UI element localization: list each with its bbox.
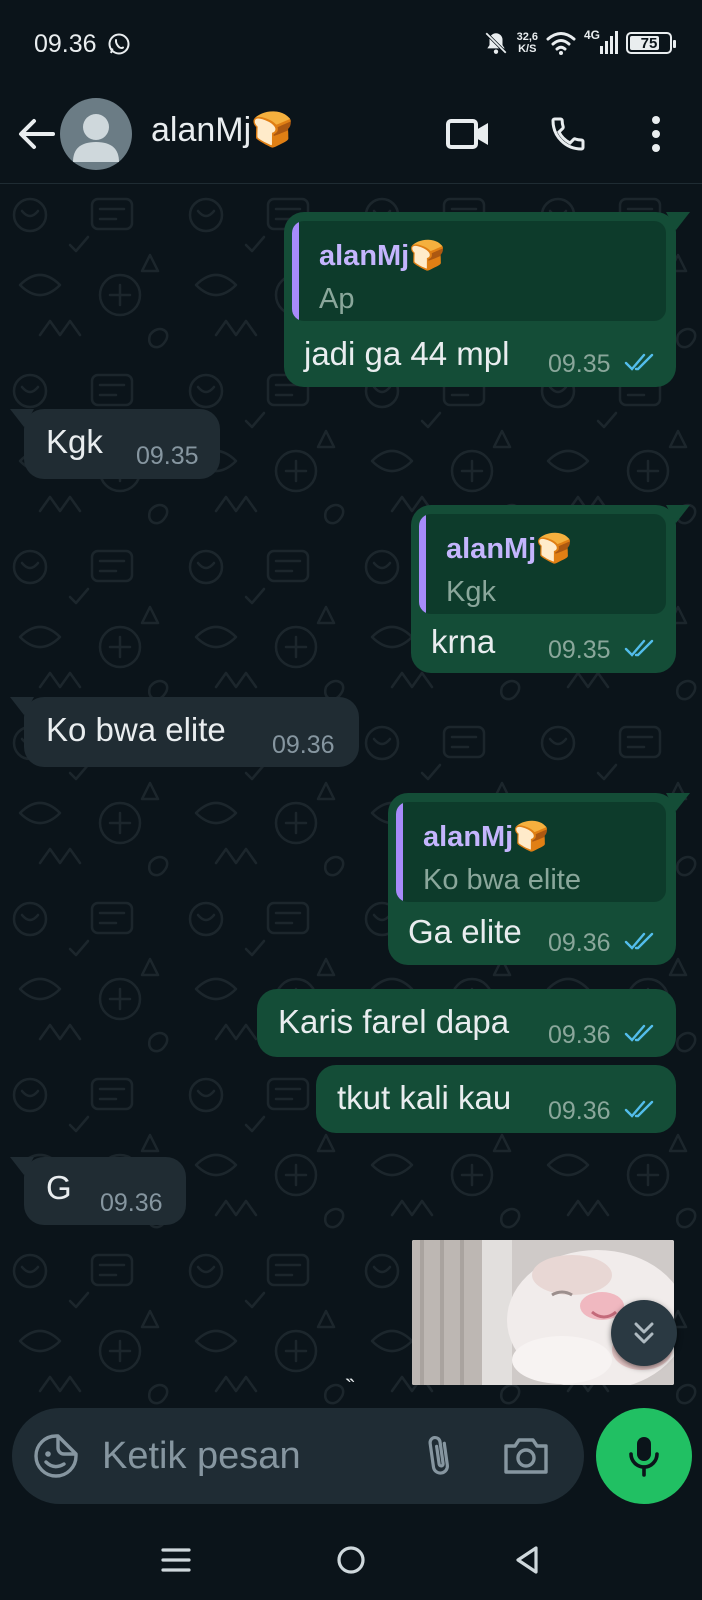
more-options-button[interactable] [628, 106, 684, 162]
message-input[interactable] [102, 1432, 402, 1480]
message-bubble-outgoing[interactable]: alanMj🍞 Ap jadi ga 44 mpl 09.35 [284, 212, 690, 387]
quoted-message[interactable]: alanMj🍞 Ap [292, 221, 666, 321]
emoji-sticker-button[interactable] [32, 1432, 80, 1480]
home-button[interactable] [329, 1538, 373, 1582]
message-time: 09.36 [100, 1189, 163, 1217]
message-text: krna [431, 623, 496, 660]
message-text: Kgk [46, 423, 103, 460]
message-bubble-outgoing[interactable]: alanMj🍞 Kgk krna 09.35 [411, 505, 690, 673]
quote-author: alanMj🍞 [446, 533, 573, 565]
back-triangle-icon [516, 1546, 538, 1574]
microphone-icon [629, 1437, 659, 1477]
bubble-tail [666, 793, 690, 811]
whatsapp-icon [108, 33, 130, 55]
message-time: 09.36 [548, 929, 611, 957]
bubble-tail [666, 212, 690, 230]
message-composer [12, 1408, 584, 1504]
battery-indicator: 75 [626, 32, 676, 54]
quote-text: Ko bwa elite [423, 864, 581, 896]
status-time: 09.36 [34, 30, 97, 58]
quote-author: alanMj🍞 [423, 821, 550, 853]
quote-author: alanMj🍞 [319, 240, 446, 272]
status-bar: 09.36 32,6 K/S 4G 75 [0, 0, 702, 84]
cellular-signal: 4G [584, 28, 618, 56]
message-bubble-incoming[interactable]: Ko bwa elite 09.36 [10, 697, 359, 767]
network-speed-value: 32,6 [516, 31, 538, 43]
back-nav-button[interactable] [505, 1538, 549, 1582]
sticker-smiley-icon [34, 1434, 78, 1478]
chat-area[interactable]: alanMj🍞 Ap jadi ga 44 mpl 09.35 Kgk 09.3… [0, 185, 702, 1405]
quote-text: Ap [319, 283, 355, 315]
message-time: 09.35 [548, 350, 611, 378]
message-bubble-incoming[interactable]: Kgk 09.35 [10, 409, 220, 479]
message-bubble-outgoing[interactable]: Karis farel dapa 09.36 [257, 989, 676, 1057]
message-text: Karis farel dapa [278, 1003, 510, 1040]
read-ticks-icon [624, 932, 654, 950]
paperclip-icon [428, 1435, 449, 1475]
message-time: 09.36 [548, 1021, 611, 1049]
message-time: 09.35 [548, 636, 611, 664]
message-bubble-outgoing[interactable]: alanMj🍞 Ko bwa elite Ga elite 09.36 [388, 793, 690, 965]
video-call-button[interactable] [440, 106, 496, 162]
camera-button[interactable] [500, 1432, 552, 1480]
bubble-tail [10, 409, 34, 427]
wifi-icon [546, 32, 576, 55]
home-circle-icon [337, 1546, 365, 1574]
quote-text: Kgk [446, 576, 496, 608]
message-time: 09.36 [272, 731, 335, 759]
default-avatar-icon [73, 114, 119, 162]
message-bubble-outgoing[interactable]: tkut kali kau 09.36 [316, 1065, 676, 1133]
contact-name[interactable]: alanMj🍞 [151, 110, 294, 150]
camera-icon [504, 1438, 548, 1474]
quote-bar [419, 514, 426, 614]
back-button[interactable] [14, 108, 58, 160]
voice-call-button[interactable] [540, 106, 596, 162]
message-text: jadi ga 44 mpl [304, 335, 510, 372]
bubble-tail [10, 697, 34, 715]
signal-bars-icon [600, 31, 618, 54]
status-indicators: 32,6 K/S 4G 75 [483, 28, 676, 58]
more-options-icon [652, 116, 660, 152]
quoted-message[interactable]: alanMj🍞 Ko bwa elite [396, 802, 666, 902]
network-speed: 32,6 K/S [517, 31, 538, 55]
message-text: Ko bwa elite [46, 711, 226, 748]
quoted-message[interactable]: alanMj🍞 Kgk [419, 514, 666, 614]
voice-message-button[interactable] [596, 1408, 692, 1504]
back-arrow-icon [19, 119, 55, 149]
video-call-icon [446, 119, 488, 149]
read-ticks-icon [624, 639, 654, 657]
system-navigation-bar [0, 1518, 702, 1600]
quote-bar [396, 802, 403, 902]
recent-apps-button[interactable] [154, 1538, 198, 1582]
message-text: Ga elite [408, 913, 522, 950]
network-speed-unit: K/S [518, 43, 537, 55]
read-ticks-icon [624, 1024, 654, 1042]
message-bubble-incoming[interactable]: G 09.36 [10, 1157, 186, 1225]
mute-bell-icon [484, 32, 507, 54]
double-chevron-down-icon [634, 1322, 654, 1344]
message-time: 09.36 [548, 1097, 611, 1125]
read-ticks-icon [624, 353, 654, 371]
bubble-tail [666, 505, 690, 523]
message-text: tkut kali kau [337, 1079, 512, 1116]
read-ticks-icon [624, 1100, 654, 1118]
attach-button[interactable] [416, 1432, 464, 1480]
battery-level: 75 [640, 34, 658, 52]
bubble-tail [10, 1157, 34, 1175]
contact-avatar[interactable] [60, 98, 132, 170]
scroll-to-bottom-button[interactable] [611, 1300, 677, 1366]
message-time: 09.35 [136, 442, 199, 470]
chat-header: alanMj🍞 [0, 84, 702, 184]
menu-lines-icon [161, 1548, 191, 1572]
quote-bar [292, 221, 299, 321]
message-text: G [46, 1169, 72, 1206]
voice-call-icon [551, 117, 585, 151]
